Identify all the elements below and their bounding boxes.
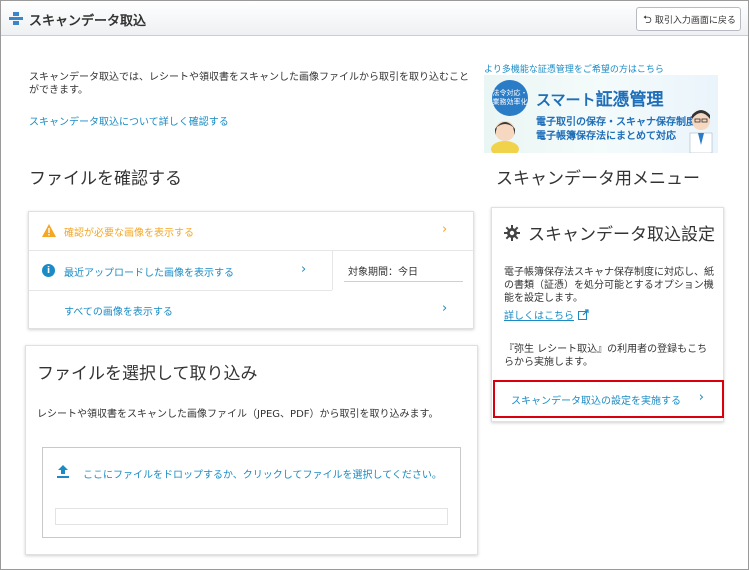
scan-logo-icon: [9, 12, 23, 25]
chevron-right-icon: ›: [301, 262, 307, 277]
row-needs-confirmation[interactable]: 確認が必要な画像を表示する ›: [29, 212, 473, 250]
menu-section-title: スキャンデータ用メニュー: [496, 169, 700, 189]
chevron-right-icon: ›: [698, 390, 704, 405]
all-images-label: すべての画像を表示する: [64, 307, 173, 318]
person-illustration-left: [491, 121, 519, 153]
row-all-images[interactable]: すべての画像を表示する ›: [29, 291, 473, 329]
settings-note: 『弥生 レシート取込』の利用者の登録もこちらから実施します。: [504, 344, 708, 368]
import-description: レシートや領収書をスキャンした画像ファイル（JPEG、PDF）から取引を取り込み…: [37, 409, 439, 420]
gear-icon: [504, 224, 520, 241]
upload-icon: [57, 465, 69, 478]
needs-confirmation-label: 確認が必要な画像を表示する: [64, 228, 194, 239]
return-arrow-icon: ⮌: [643, 12, 652, 26]
person-illustration-right: [689, 110, 713, 153]
settings-title: スキャンデータ取込設定: [504, 220, 715, 245]
run-settings-label: スキャンデータ取込の設定を実施する: [511, 396, 681, 407]
page-title: スキャンデータ取込: [29, 14, 147, 29]
settings-title-label: スキャンデータ取込設定: [528, 225, 715, 245]
back-button-label: 取引入力画面に戻る: [654, 15, 736, 26]
banner-subtitle-2: 電子帳簿保存法にまとめて対応: [536, 131, 676, 142]
confirm-card: 確認が必要な画像を表示する › i 最近アップロードした画像を表示する › 対象…: [28, 211, 475, 329]
recent-uploads-label: 最近アップロードした画像を表示する: [64, 268, 234, 279]
period-underline: [344, 281, 463, 282]
warning-icon: [42, 224, 56, 237]
promo-link[interactable]: より多機能な証憑管理をご希望の方はこちら: [484, 62, 664, 75]
chevron-right-icon: ›: [442, 222, 448, 237]
info-icon: i: [42, 264, 55, 277]
external-link-icon: [578, 309, 589, 320]
banner-subtitle-1: 電子取引の保存・スキャナ保存制度: [536, 117, 696, 128]
vertical-divider: [332, 251, 333, 290]
header-bar: スキャンデータ取込 ⮌ 取引入力画面に戻る: [1, 1, 748, 36]
learn-more-link[interactable]: スキャンデータ取込について詳しく確認する: [29, 113, 229, 128]
details-link[interactable]: 詳しくはこちら: [504, 307, 589, 322]
run-settings-button[interactable]: スキャンデータ取込の設定を実施する ›: [493, 380, 724, 418]
details-link-label: 詳しくはこちら: [504, 311, 574, 322]
drop-instruction: ここにファイルをドロップするか、クリックしてファイルを選択してください。: [83, 470, 442, 481]
smart-voucher-banner[interactable]: 法令対応・業務効率化 スマート証憑管理 電子取引の保存・スキャナ保存制度 電子帳…: [484, 75, 718, 153]
import-section-title: ファイルを選択して取り込み: [37, 364, 258, 384]
confirm-section-title: ファイルを確認する: [29, 169, 182, 189]
settings-description: 電子帳簿保存法スキャナ保存制度に対応し、紙の書類（証憑）を処分可能とするオプショ…: [504, 267, 714, 304]
upload-progress-bar: [55, 508, 448, 525]
chevron-right-icon: ›: [442, 301, 448, 316]
target-period: 対象期間：今日: [348, 267, 418, 278]
back-to-entry-button[interactable]: ⮌ 取引入力画面に戻る: [636, 7, 741, 31]
file-drop-zone[interactable]: ここにファイルをドロップするか、クリックしてファイルを選択してください。: [42, 447, 461, 538]
banner-title: スマート証憑管理: [536, 90, 664, 110]
intro-description: スキャンデータ取込では、レシートや領収書をスキャンした画像ファイルから取引を取り…: [29, 72, 469, 96]
